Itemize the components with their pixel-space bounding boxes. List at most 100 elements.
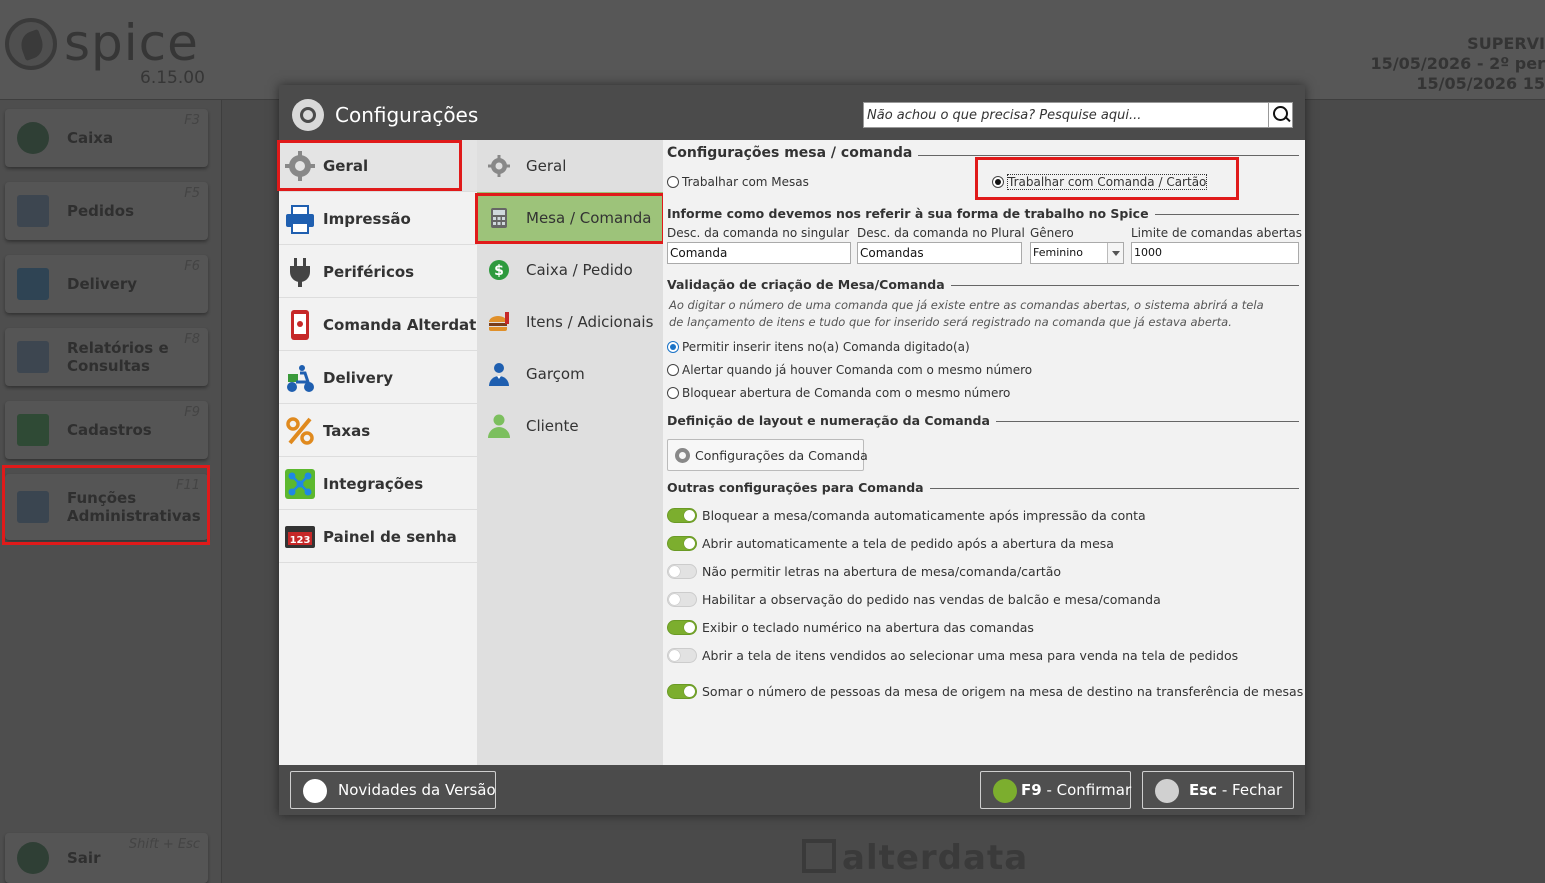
sidebar-item-relatorios[interactable]: Relatórios e Consultas F8 [5, 328, 208, 386]
svg-text:123: 123 [290, 535, 311, 546]
toggle-label: Bloquear a mesa/comanda automaticamente … [702, 508, 1146, 523]
toggle-label: Não permitir letras na abertura de mesa/… [702, 564, 1062, 579]
category-impressao[interactable]: Impressão [279, 193, 477, 245]
field-label: Desc. da comanda no singular [667, 226, 850, 240]
confirmar-button[interactable]: F9 - Confirmar [980, 771, 1131, 809]
radio-label: Permitir inserir itens no(a) Comanda dig… [682, 340, 970, 354]
radio-alertar[interactable]: Alertar quando já houver Comanda com o m… [667, 363, 1032, 377]
radio-button[interactable] [667, 387, 679, 399]
percent-icon [286, 417, 314, 445]
toggle-row-teclado-numerico[interactable]: Exibir o teclado numérico na abertura da… [667, 620, 1034, 635]
header-period: 15/05/2026 - 2º per [1370, 54, 1545, 73]
category-delivery[interactable]: Delivery [279, 352, 477, 404]
subcategory-label: Geral [526, 157, 567, 175]
category-label: Delivery [323, 369, 394, 387]
toggle-row-abrir-pedido[interactable]: Abrir automaticamente a tela de pedido a… [667, 536, 1114, 551]
section-title: Informe como devemos nos referir à sua f… [667, 206, 1155, 221]
limite-comandas-input[interactable]: 1000 [1131, 242, 1299, 264]
configuracoes-comanda-button[interactable]: Configurações da Comanda [667, 439, 868, 471]
button-label: Fechar [1232, 781, 1283, 799]
radio-permitir-inserir[interactable]: Permitir inserir itens no(a) Comanda dig… [667, 340, 970, 354]
section-title: Validação de criação de Mesa/Comanda [667, 277, 951, 292]
radio-label: Trabalhar com Mesas [682, 175, 809, 189]
desc-plural-input[interactable]: Comandas [857, 242, 1022, 264]
gear-icon [675, 448, 690, 463]
toggle-switch[interactable] [667, 508, 697, 523]
subcategory-itens-adicionais[interactable]: Itens / Adicionais [477, 296, 663, 348]
shortcut-key: F9 [184, 405, 200, 420]
category-label: Impressão [323, 210, 411, 228]
button-label: Configurações da Comanda [695, 448, 868, 463]
category-comanda-alterdata[interactable]: Comanda Alterdata [279, 299, 486, 351]
toggle-row-somar-pessoas[interactable]: Somar o número de pessoas da mesa de ori… [667, 684, 1303, 699]
report-icon [17, 341, 49, 373]
section-title: Configurações mesa / comanda [667, 145, 919, 161]
subcategory-label: Cliente [526, 417, 579, 435]
food-icon [489, 312, 509, 331]
dollar-icon: $ [489, 260, 509, 280]
category-label: Comanda Alterdata [323, 316, 487, 334]
toggle-switch[interactable] [667, 564, 697, 579]
alterdata-brand-text: alterdata [842, 838, 1029, 878]
shortcut-key: F6 [184, 259, 200, 274]
subcategory-caixa-pedido[interactable]: $ Caixa / Pedido [477, 244, 663, 296]
gear-icon [488, 155, 510, 177]
toggle-row-nao-permitir-letras[interactable]: Não permitir letras na abertura de mesa/… [667, 564, 1061, 579]
sidebar-item-pedidos[interactable]: Pedidos F5 [5, 182, 208, 240]
network-icon [285, 469, 315, 499]
category-integracoes[interactable]: Integrações [279, 458, 477, 510]
alterdata-logo-icon [802, 839, 836, 873]
desc-singular-input[interactable]: Comanda [667, 242, 851, 264]
sidebar-item-caixa[interactable]: Caixa F3 [5, 109, 208, 167]
radio-bloquear[interactable]: Bloquear abertura de Comanda com o mesmo… [667, 386, 1010, 400]
category-perifericos[interactable]: Periféricos [279, 246, 477, 298]
exit-icon [17, 842, 49, 874]
button-label: Confirmar [1056, 781, 1132, 799]
search-icon[interactable] [1268, 103, 1292, 127]
toggle-switch[interactable] [667, 648, 697, 663]
search-input[interactable] [864, 103, 1268, 127]
radio-button[interactable] [667, 176, 679, 188]
select-value: Feminino [1033, 246, 1083, 259]
section-divider [903, 155, 1299, 156]
toggle-row-observacao-pedido[interactable]: Habilitar a observação do pedido nas ven… [667, 592, 1161, 607]
category-taxas[interactable]: Taxas [279, 405, 477, 457]
fechar-button[interactable]: Esc - Fechar [1142, 771, 1294, 809]
radio-button[interactable] [667, 364, 679, 376]
sidebar-item-sair[interactable]: Sair Shift + Esc [5, 833, 208, 883]
novidades-versao-button[interactable]: Novidades da Versão [290, 771, 496, 809]
toggle-row-bloquear-mesa[interactable]: Bloquear a mesa/comanda automaticamente … [667, 508, 1146, 523]
toggle-row-itens-vendidos[interactable]: Abrir a tela de itens vendidos ao seleci… [667, 648, 1238, 663]
section-divider [919, 285, 1299, 286]
toggle-switch[interactable] [667, 592, 697, 607]
delivery-icon [17, 268, 49, 300]
category-label: Painel de senha [323, 528, 457, 546]
chevron-down-icon[interactable] [1107, 243, 1123, 263]
sidebar-item-delivery[interactable]: Delivery F6 [5, 255, 208, 313]
radio-trabalhar-mesas[interactable]: Trabalhar com Mesas [667, 175, 809, 189]
category-label: Integrações [323, 475, 424, 493]
toggle-switch[interactable] [667, 536, 697, 551]
subcategory-cliente[interactable]: Cliente [477, 400, 663, 452]
plug-icon [290, 258, 310, 287]
toggle-label: Exibir o teclado numérico na abertura da… [702, 620, 1034, 635]
toggle-switch[interactable] [667, 620, 697, 635]
radio-label: Bloquear abertura de Comanda com o mesmo… [682, 386, 1011, 400]
subcategory-geral[interactable]: Geral [477, 140, 663, 192]
genero-select[interactable]: Feminino [1030, 242, 1124, 264]
radio-button[interactable] [667, 341, 679, 353]
field-label: Desc. da comanda no Plural [857, 226, 1025, 240]
highlight-box [975, 157, 1239, 200]
subcategory-label: Itens / Adicionais [526, 313, 654, 331]
toggle-label: Habilitar a observação do pedido nas ven… [702, 592, 1161, 607]
section-divider [953, 421, 1299, 422]
toggle-switch[interactable] [667, 684, 697, 699]
sidebar-item-cadastros[interactable]: Cadastros F9 [5, 401, 208, 459]
alterdata-brand: alterdata [802, 838, 1028, 878]
category-painel-senha[interactable]: 123 Painel de senha [279, 511, 477, 563]
mobile-icon [291, 310, 309, 340]
subcategory-garcom[interactable]: Garçom [477, 348, 663, 400]
waiter-icon [489, 363, 509, 386]
field-label: Limite de comandas abertas [1131, 226, 1302, 240]
dollar-icon [17, 122, 49, 154]
